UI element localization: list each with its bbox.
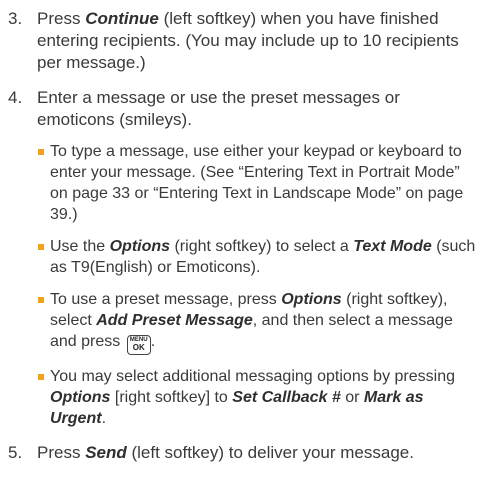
instructions: 3. Press Continue (left softkey) when yo…	[8, 8, 478, 464]
step-5: 5. Press Send (left softkey) to deliver …	[8, 442, 478, 464]
step-text: Enter a message or use the preset messag…	[37, 88, 400, 129]
add-preset-message-label: Add Preset Message	[96, 312, 253, 329]
bullet-list: To type a message, use either your keypa…	[37, 141, 478, 429]
step-4: 4. Enter a message or use the preset mes…	[8, 87, 478, 429]
step-number: 3.	[8, 9, 23, 28]
send-softkey-label: Send	[85, 443, 127, 462]
step-number: 4.	[8, 88, 23, 107]
bullet-square-icon	[38, 374, 44, 380]
bullet-square-icon	[38, 149, 44, 155]
menu-ok-key-icon: MENU OK	[126, 335, 151, 355]
step-number: 5.	[8, 443, 23, 462]
bullet-square-icon	[38, 297, 44, 303]
step-text: Press Continue (left softkey) when you h…	[37, 9, 459, 72]
text-mode-label: Text Mode	[353, 238, 432, 255]
bullet-item: To use a preset message, press Options (…	[37, 289, 478, 355]
options-softkey-label: Options	[281, 291, 342, 308]
bullet-item: To type a message, use either your keypa…	[37, 141, 478, 225]
options-softkey-label: Options	[50, 389, 111, 406]
step-text: Press Send (left softkey) to deliver you…	[37, 443, 414, 462]
step-3: 3. Press Continue (left softkey) when yo…	[8, 8, 478, 74]
bullet-item: You may select additional messaging opti…	[37, 366, 478, 429]
set-callback-label: Set Callback #	[232, 389, 341, 406]
options-softkey-label: Options	[109, 238, 171, 255]
bullet-square-icon	[38, 244, 44, 250]
bullet-item: Use the Options (right softkey) to selec…	[37, 236, 478, 278]
continue-softkey-label: Continue	[85, 9, 159, 28]
